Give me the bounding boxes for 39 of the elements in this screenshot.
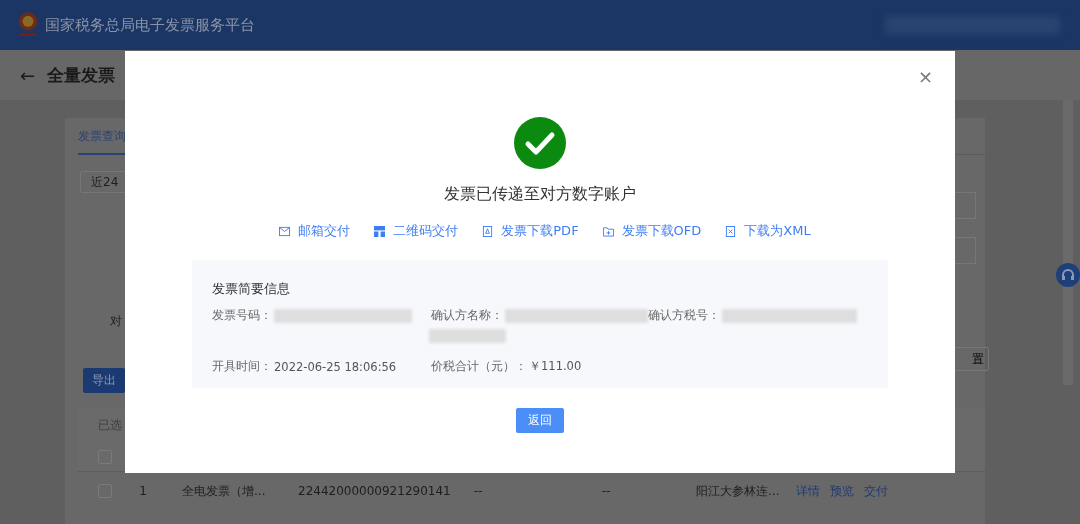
field-label: 开具时间： xyxy=(212,359,272,374)
delivery-link[interactable]: 二维码交付 xyxy=(374,222,459,240)
row-action-link[interactable]: 详情 xyxy=(796,482,820,500)
close-icon[interactable]: × xyxy=(917,67,933,95)
folder-icon xyxy=(602,225,614,237)
field-value: ￥111.00 xyxy=(529,359,582,374)
filter-label: 对 xyxy=(110,313,123,330)
field-label: 价税合计（元）： xyxy=(431,359,527,374)
table-cell-text: 1 xyxy=(138,484,148,498)
delivery-link[interactable]: 下载为XML xyxy=(725,222,811,240)
table-cell-text: -- xyxy=(601,484,612,498)
back-icon[interactable]: ← xyxy=(20,64,36,86)
mail-icon xyxy=(279,225,291,237)
delivery-link[interactable]: 邮箱交付 xyxy=(279,222,351,240)
export-button[interactable]: 导出 xyxy=(83,368,125,393)
headset-icon[interactable] xyxy=(1056,263,1080,287)
field-label: 确认方名称： xyxy=(431,308,503,323)
page-title: 全量发票 xyxy=(47,63,116,87)
platform-title: 国家税务总局电子发票服务平台 xyxy=(45,15,255,35)
field-value: 2022-06-25 18:06:56 xyxy=(274,359,397,374)
success-message: 发票已传递至对方数字账户 xyxy=(444,184,636,205)
scrollbar[interactable] xyxy=(1063,100,1073,385)
summary-title: 发票简要信息 xyxy=(212,280,291,298)
row-action-link[interactable]: 交付 xyxy=(864,482,888,500)
return-button[interactable]: 返回 xyxy=(516,408,564,433)
delivery-link[interactable]: 发票下载OFD xyxy=(602,222,702,240)
delivery-link[interactable]: 发票下载PDF xyxy=(482,222,579,240)
table-cell-text: -- xyxy=(473,484,484,498)
table-cell-text: 22442000000921290141 xyxy=(298,484,452,498)
emblem-icon xyxy=(17,11,39,39)
table-cell-text: 阳江大参林连... xyxy=(696,482,781,500)
row-action-link[interactable]: 预览 xyxy=(830,482,854,500)
document-icon xyxy=(725,225,737,237)
field-label: 发票号码： xyxy=(212,308,272,323)
success-check-icon xyxy=(514,117,566,169)
document-icon xyxy=(482,225,494,237)
field-label: 确认方税号： xyxy=(648,308,720,323)
table-cell-text: 全电发票（增... xyxy=(181,482,267,500)
qr-code-icon xyxy=(374,225,386,237)
